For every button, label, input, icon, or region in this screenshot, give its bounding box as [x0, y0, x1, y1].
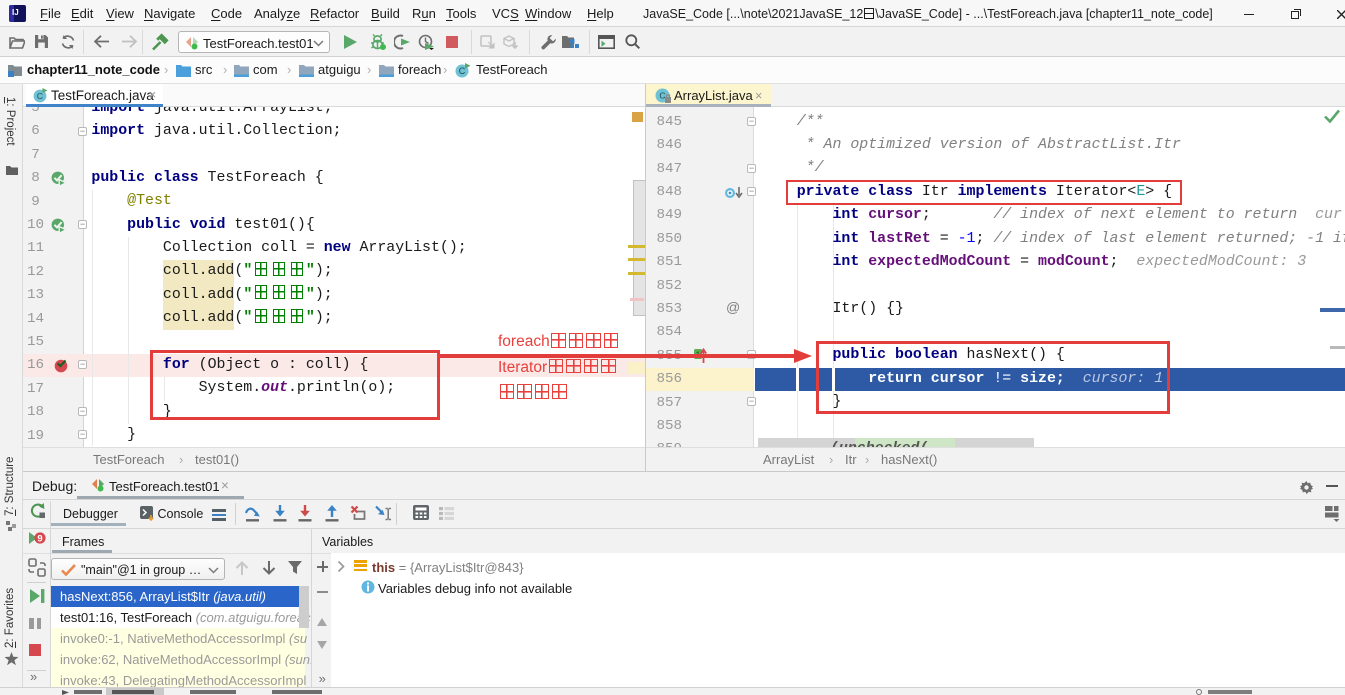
svg-text:C: C: [37, 91, 43, 101]
svg-text:9: 9: [37, 534, 42, 545]
svg-text:C: C: [459, 66, 466, 76]
svg-text:C: C: [659, 91, 665, 101]
